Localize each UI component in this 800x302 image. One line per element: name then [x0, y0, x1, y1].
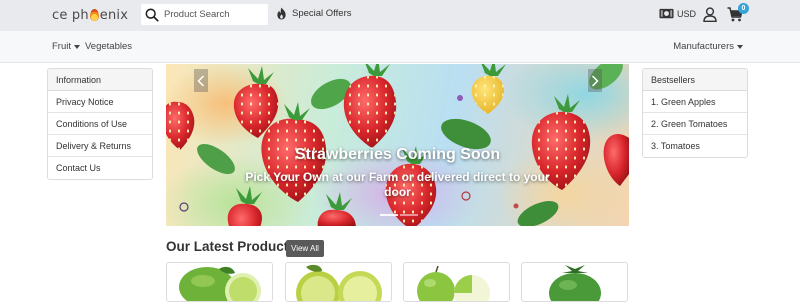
category-nav: Fruit Vegetables Manufacturers — [0, 31, 800, 63]
hero-carousel[interactable]: Strawberries Coming Soon Pick Your Own a… — [166, 64, 629, 226]
info-link-contact[interactable]: Contact Us — [48, 157, 152, 179]
top-bar: ce phenix Special Offers USD 0 — [0, 0, 800, 31]
search-box[interactable] — [141, 4, 268, 25]
green-apples-image — [417, 265, 490, 301]
nav-item-vegetables[interactable]: Vegetables — [85, 41, 132, 52]
latest-products-heading: Our Latest Products — [166, 239, 296, 254]
search-input[interactable] — [164, 9, 264, 20]
currency-selector[interactable]: USD — [659, 8, 696, 19]
currency-label: USD — [677, 8, 697, 19]
info-link-delivery[interactable]: Delivery & Returns — [48, 135, 152, 157]
user-icon[interactable] — [703, 7, 717, 22]
view-all-button[interactable]: View All — [286, 240, 324, 257]
bestsellers-title: Bestsellers — [643, 69, 747, 91]
carousel-title: Strawberries Coming Soon — [294, 146, 501, 163]
money-icon — [659, 8, 674, 19]
limes-image — [179, 266, 261, 301]
search-icon[interactable] — [145, 8, 159, 22]
carousel-subtitle: Pick Your Own at our Farm or delivered d… — [245, 170, 550, 199]
special-offers-label: Special Offers — [292, 8, 352, 19]
bestseller-item[interactable]: 2. Green Tomatoes — [643, 113, 747, 135]
cart-count-badge: 0 — [738, 3, 749, 14]
nav-item-fruit[interactable]: Fruit — [52, 41, 80, 52]
info-link-privacy[interactable]: Privacy Notice — [48, 91, 152, 113]
lemons-image — [296, 264, 382, 301]
manufacturers-dropdown[interactable]: Manufacturers — [673, 41, 743, 52]
site-logo[interactable]: ce ph enix — [52, 6, 128, 24]
nav-item-label: Fruit — [52, 41, 71, 52]
bestsellers-box: Bestsellers 1. Green Apples 2. Green Tom… — [642, 68, 748, 158]
carousel-next-button[interactable] — [588, 69, 602, 92]
logo-flame-icon — [89, 9, 99, 21]
info-link-conditions[interactable]: Conditions of Use — [48, 113, 152, 135]
product-card[interactable] — [166, 262, 273, 302]
caret-down-icon — [737, 44, 743, 49]
carousel-indicator[interactable] — [380, 214, 398, 216]
chevron-right-icon — [591, 74, 599, 87]
bestseller-item[interactable]: 3. Tomatoes — [643, 135, 747, 157]
nav-item-label: Vegetables — [85, 41, 133, 52]
carousel-indicator[interactable] — [400, 214, 418, 216]
chevron-left-icon — [197, 74, 205, 87]
bestseller-item[interactable]: 1. Green Apples — [643, 91, 747, 113]
information-title: Information — [48, 69, 152, 91]
manufacturers-label: Manufacturers — [673, 41, 734, 52]
flame-icon — [277, 7, 286, 20]
caret-down-icon — [74, 44, 80, 49]
product-card[interactable] — [285, 262, 392, 302]
information-box: Information Privacy Notice Conditions of… — [47, 68, 153, 180]
strawberry-illustration — [166, 64, 629, 226]
product-card[interactable] — [521, 262, 628, 302]
special-offers-link[interactable]: Special Offers — [276, 7, 352, 20]
carousel-prev-button[interactable] — [194, 69, 208, 92]
product-card[interactable] — [403, 262, 510, 302]
green-tomatoes-image — [549, 265, 601, 301]
